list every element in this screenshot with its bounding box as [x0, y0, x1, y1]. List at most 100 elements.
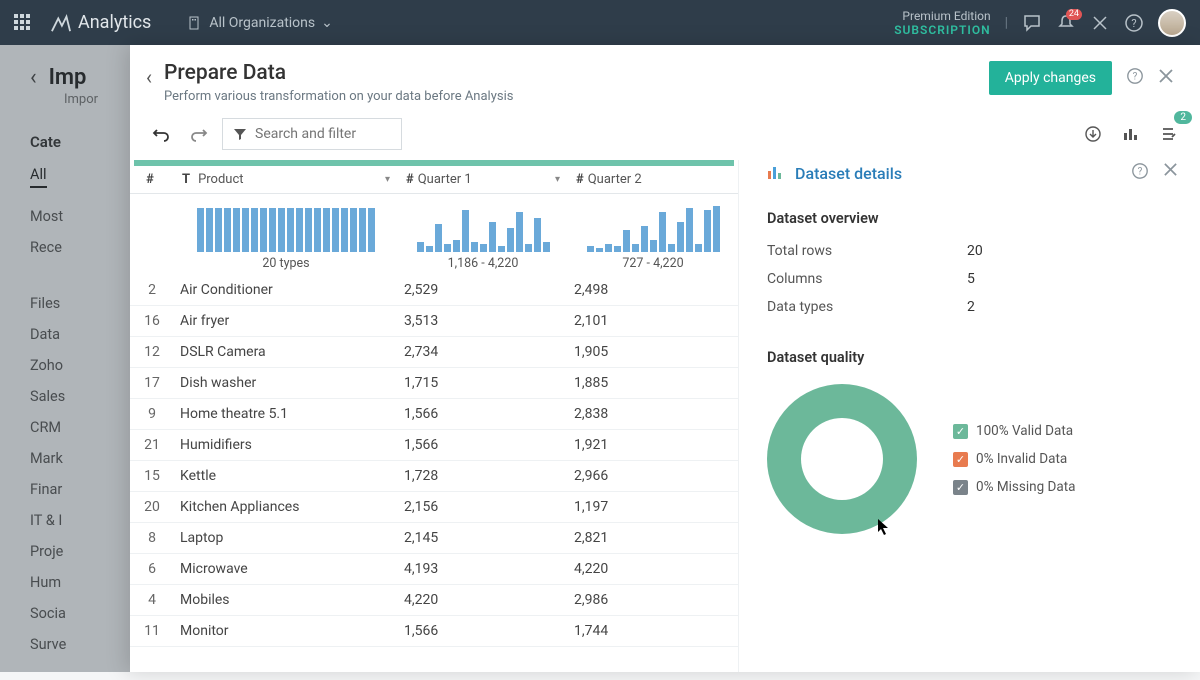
- cell-q1: 1,566: [398, 623, 568, 639]
- top-nav: Analytics All Organizations ⌄ Premium Ed…: [0, 0, 1200, 45]
- number-type-icon: #: [406, 172, 414, 187]
- q2-spark-label: 727 - 4,220: [576, 256, 730, 271]
- table-row[interactable]: 16 Air fryer 3,513 2,101: [130, 306, 738, 337]
- overview-heading: Dataset overview: [767, 210, 1178, 227]
- bars-icon: [767, 165, 785, 181]
- cell-index: 20: [130, 499, 174, 515]
- cell-q2: 2,498: [568, 282, 738, 298]
- apply-changes-button[interactable]: Apply changes: [989, 61, 1112, 95]
- table-row[interactable]: 12 DSLR Camera 2,734 1,905: [130, 337, 738, 368]
- details-close-icon[interactable]: [1163, 162, 1178, 184]
- tools-icon[interactable]: [1090, 13, 1110, 33]
- modal-close-icon[interactable]: [1158, 68, 1174, 89]
- text-type-icon: T: [182, 172, 190, 187]
- redo-button[interactable]: [184, 119, 214, 149]
- dataset-details-panel: Dataset details ? Dataset overview Total…: [738, 160, 1200, 672]
- download-button[interactable]: [1078, 119, 1108, 149]
- number-type-icon: #: [576, 172, 584, 187]
- details-help-icon[interactable]: ?: [1131, 162, 1149, 184]
- org-label: All Organizations: [209, 15, 315, 31]
- product-spark-label: 20 types: [182, 256, 390, 271]
- cell-product: Mobiles: [174, 592, 398, 608]
- table-row[interactable]: 17 Dish washer 1,715 1,885: [130, 368, 738, 399]
- cell-index: 4: [130, 592, 174, 608]
- kv-total-rows: Total rows20: [767, 237, 1178, 265]
- cell-q1: 2,734: [398, 344, 568, 360]
- cell-q1: 2,156: [398, 499, 568, 515]
- chat-icon[interactable]: [1022, 13, 1042, 33]
- cell-index: 12: [130, 344, 174, 360]
- cell-q2: 1,885: [568, 375, 738, 391]
- premium-line1: Premium Edition: [894, 9, 990, 23]
- table-header: # T Product ▾ # Quarter 1 ▾ # Quarter 2: [130, 166, 738, 194]
- table-row[interactable]: 8 Laptop 2,145 2,821: [130, 523, 738, 554]
- rules-count-badge: 2: [1174, 111, 1192, 124]
- chart-toggle-button[interactable]: [1116, 119, 1146, 149]
- table-row[interactable]: 21 Humidifiers 1,566 1,921: [130, 430, 738, 461]
- kv-datatypes: Data types2: [767, 293, 1178, 321]
- svg-text:?: ?: [1138, 167, 1143, 178]
- table-row[interactable]: 2 Air Conditioner 2,529 2,498: [130, 275, 738, 306]
- table-row[interactable]: 6 Microwave 4,193 4,220: [130, 554, 738, 585]
- cursor-icon: [877, 518, 891, 540]
- undo-button[interactable]: [146, 119, 176, 149]
- quality-donut-chart: [767, 384, 917, 534]
- modal-help-icon[interactable]: ?: [1126, 67, 1144, 90]
- avatar[interactable]: [1158, 9, 1186, 37]
- cell-index: 11: [130, 623, 174, 639]
- subscription-info[interactable]: Premium Edition SUBSCRIPTION: [894, 9, 990, 37]
- col-quarter2[interactable]: # Quarter 2: [568, 166, 738, 193]
- col-index[interactable]: #: [130, 166, 174, 193]
- prepare-data-modal: ‹ Prepare Data Perform various transform…: [130, 45, 1200, 672]
- table-row[interactable]: 11 Monitor 1,566 1,744: [130, 616, 738, 647]
- table-row[interactable]: 4 Mobiles 4,220 2,986: [130, 585, 738, 616]
- chevron-down-icon: ▾: [385, 174, 390, 185]
- app-switcher-icon[interactable]: [14, 14, 32, 32]
- col-q1-label: Quarter 1: [418, 172, 472, 187]
- col-product[interactable]: T Product ▾: [174, 166, 398, 193]
- building-icon: [187, 15, 201, 31]
- cell-index: 6: [130, 561, 174, 577]
- table-row[interactable]: 9 Home theatre 5.1 1,566 2,838: [130, 399, 738, 430]
- data-table: # T Product ▾ # Quarter 1 ▾ # Quarter 2: [130, 160, 738, 672]
- cell-q2: 2,821: [568, 530, 738, 546]
- modal-back-button[interactable]: ‹: [146, 65, 152, 89]
- org-selector[interactable]: All Organizations ⌄: [187, 15, 333, 31]
- cell-index: 8: [130, 530, 174, 546]
- chevron-down-icon: ▾: [555, 174, 560, 185]
- notifications-icon[interactable]: 24: [1056, 13, 1076, 33]
- svg-text:?: ?: [1131, 17, 1136, 30]
- search-input[interactable]: [255, 126, 375, 142]
- brand[interactable]: Analytics: [50, 12, 151, 33]
- q2-sparkline: [576, 200, 730, 252]
- cell-product: Monitor: [174, 623, 398, 639]
- help-icon[interactable]: ?: [1124, 13, 1144, 33]
- divider: |: [1005, 15, 1008, 31]
- cell-q2: 1,744: [568, 623, 738, 639]
- rules-button[interactable]: 2: [1154, 119, 1184, 149]
- col-product-label: Product: [198, 172, 243, 187]
- modal-header: ‹ Prepare Data Perform various transform…: [130, 45, 1200, 118]
- search-filter[interactable]: [222, 118, 402, 150]
- quality-legend: ✓100% Valid Data ✓0% Invalid Data ✓0% Mi…: [953, 411, 1075, 507]
- cell-q2: 2,986: [568, 592, 738, 608]
- modal-title: Prepare Data: [164, 61, 513, 85]
- table-row[interactable]: 15 Kettle 1,728 2,966: [130, 461, 738, 492]
- legend-invalid: ✓0% Invalid Data: [953, 451, 1075, 467]
- cell-index: 17: [130, 375, 174, 391]
- cell-product: Kettle: [174, 468, 398, 484]
- cell-q1: 1,728: [398, 468, 568, 484]
- notif-badge: 24: [1066, 9, 1082, 20]
- col-quarter1[interactable]: # Quarter 1 ▾: [398, 166, 568, 193]
- filter-icon: [233, 127, 247, 141]
- cell-product: Air Conditioner: [174, 282, 398, 298]
- table-row[interactable]: 20 Kitchen Appliances 2,156 1,197: [130, 492, 738, 523]
- cell-q1: 1,566: [398, 406, 568, 422]
- cell-product: Kitchen Appliances: [174, 499, 398, 515]
- details-title: Dataset details: [795, 164, 902, 183]
- cell-product: Air fryer: [174, 313, 398, 329]
- product-sparkline: [182, 200, 390, 252]
- premium-line2: SUBSCRIPTION: [894, 23, 990, 37]
- cell-q1: 4,193: [398, 561, 568, 577]
- cell-product: Microwave: [174, 561, 398, 577]
